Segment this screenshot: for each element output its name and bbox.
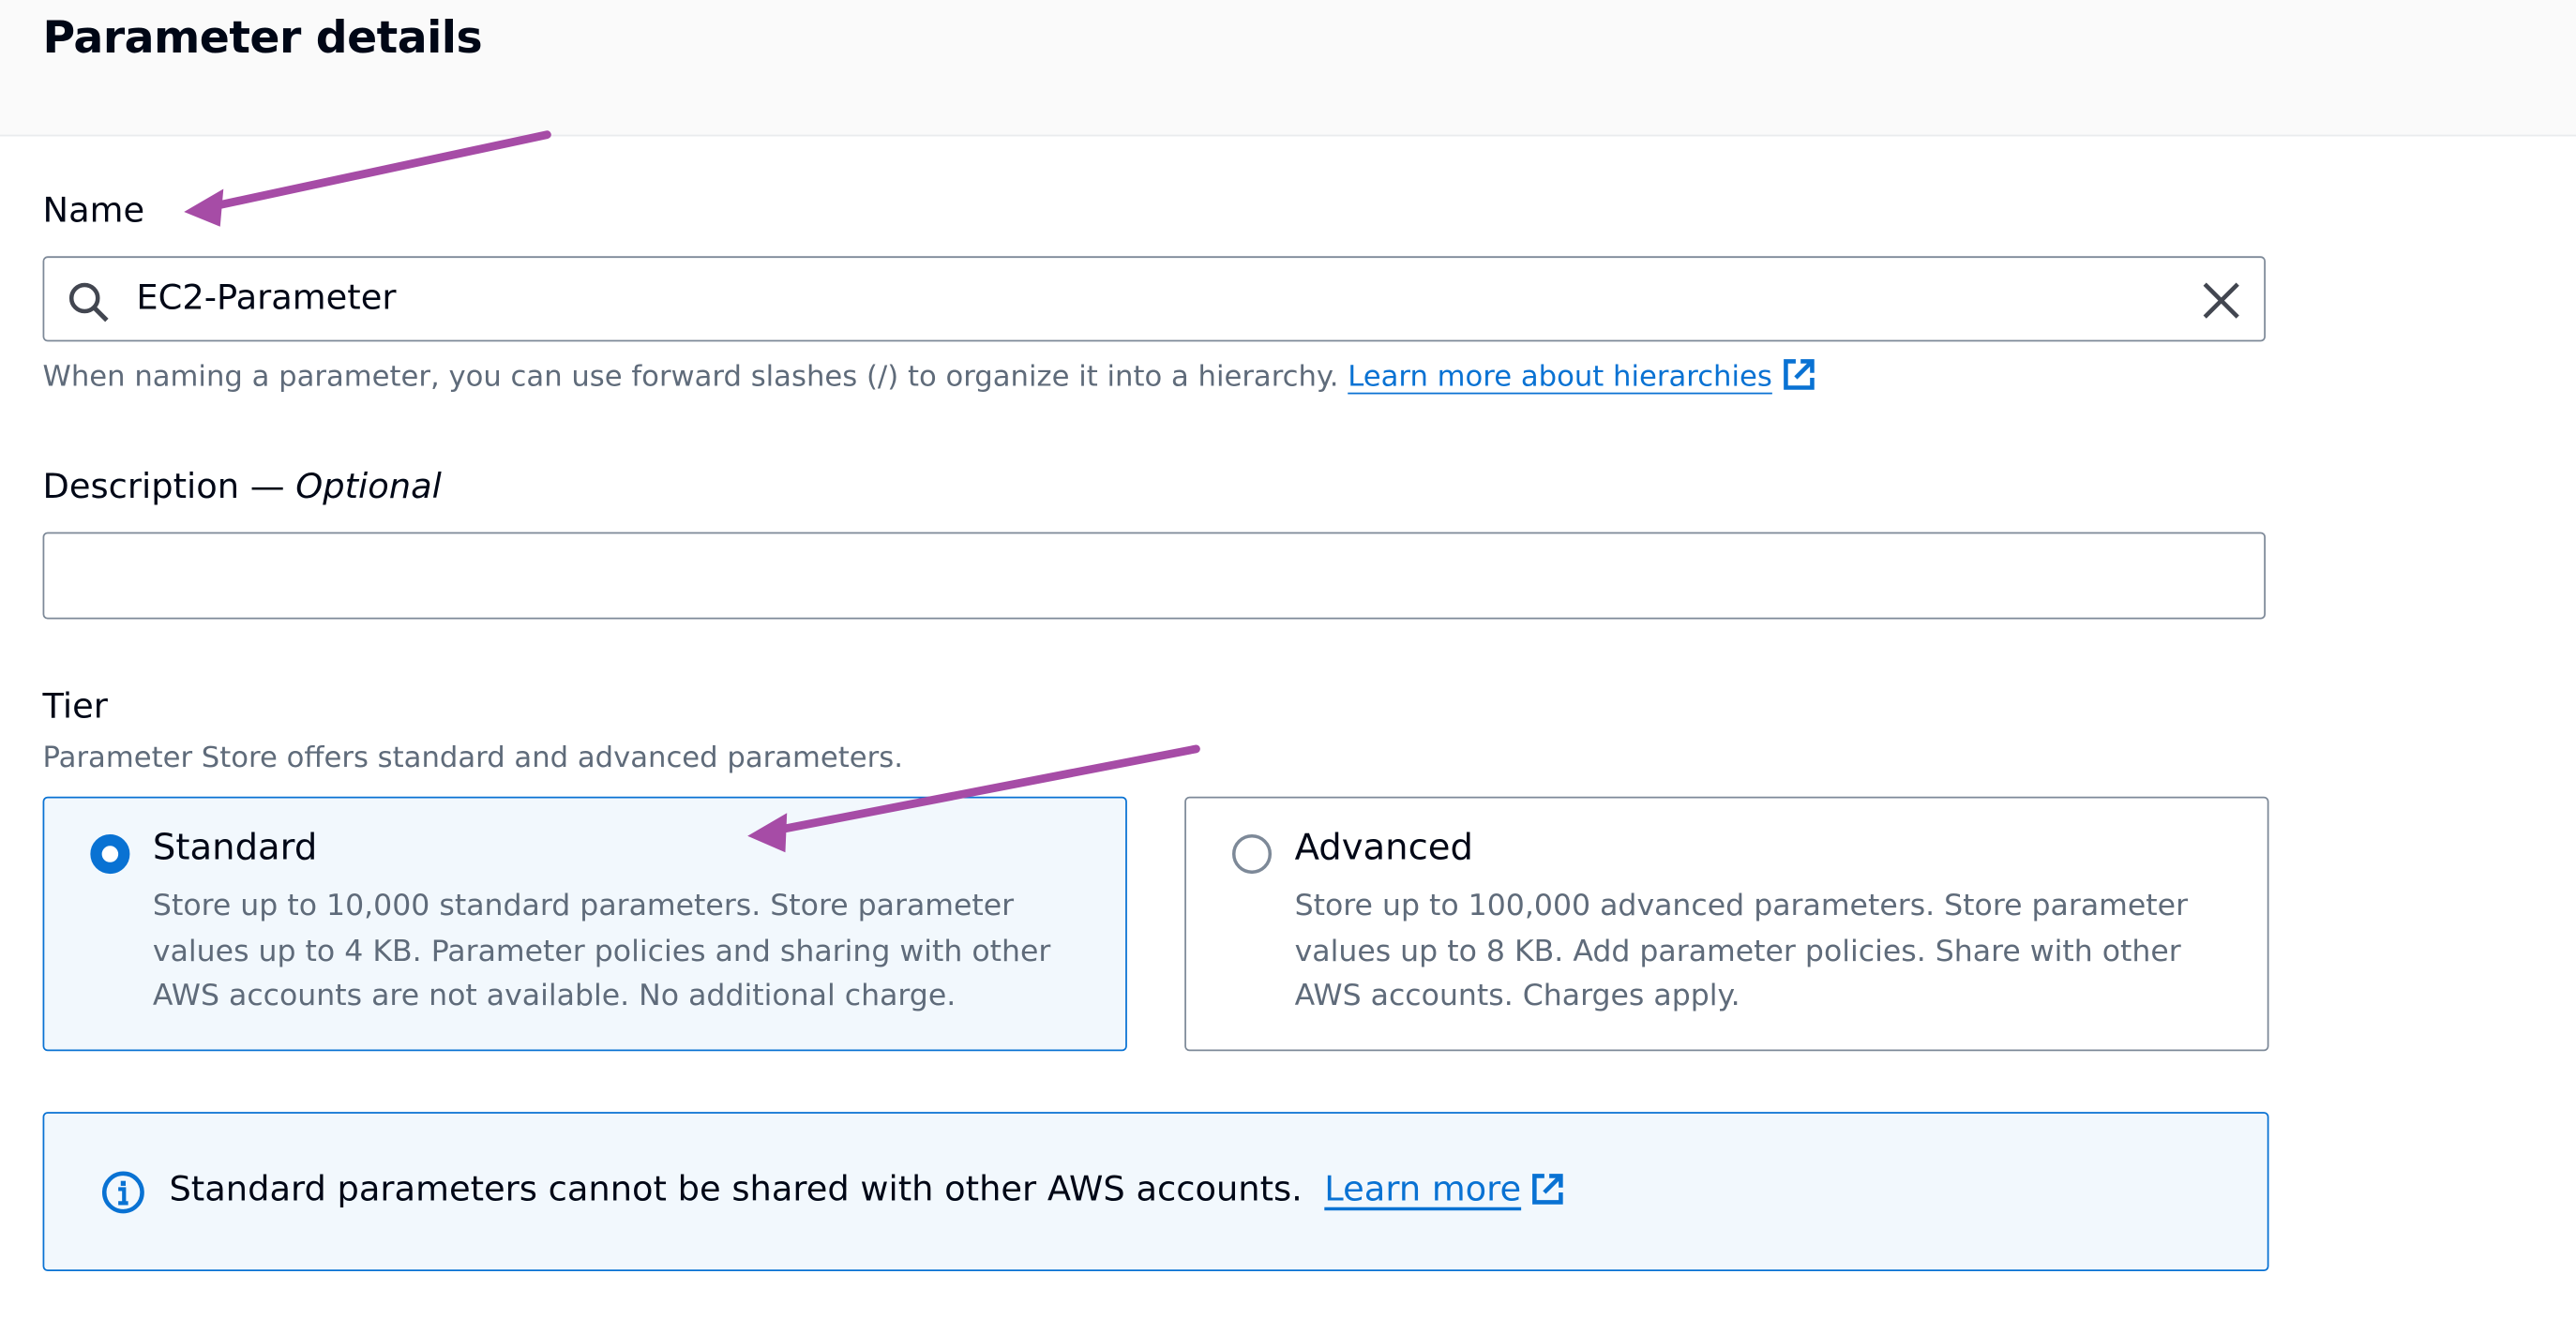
page: Parameter details Name EC2-Parameter Whe… [0,0,2576,1319]
annotation-arrow-name [184,130,551,227]
annotation-arrow-standard [747,744,1200,853]
annotation-arrows [184,130,1200,853]
